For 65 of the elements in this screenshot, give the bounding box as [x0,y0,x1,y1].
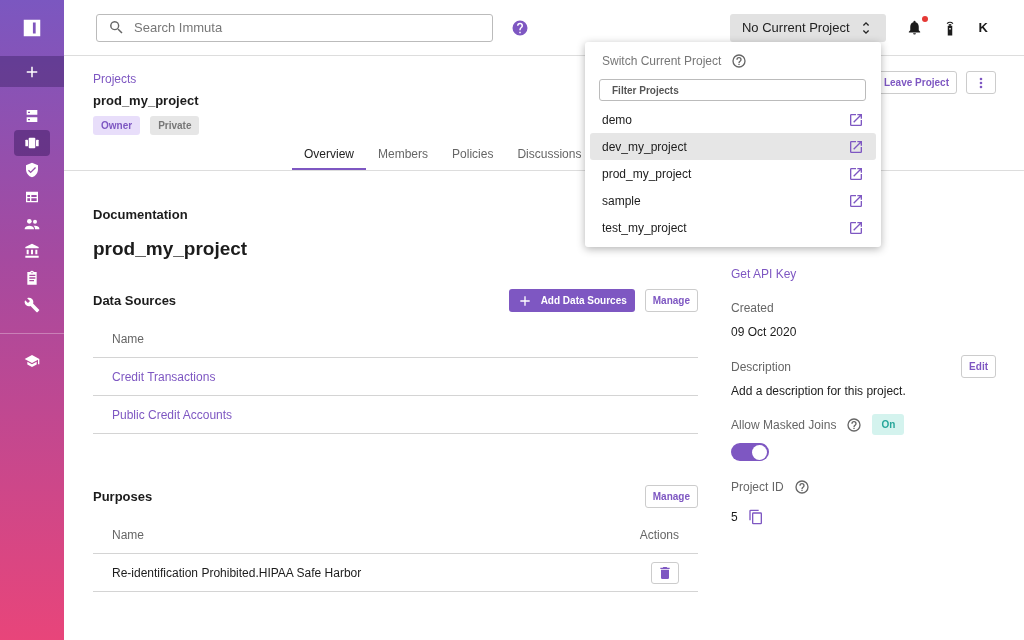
section-heading: Purposes [93,489,154,504]
help-icon [511,18,529,37]
menu-item[interactable]: test_my_project [590,214,876,241]
document-title: prod_my_project [93,238,249,260]
edit-button[interactable]: Edit [961,355,996,378]
tag: Owner [93,116,141,135]
menu-item[interactable]: dev_my_project [590,133,876,160]
filter-field[interactable]: Filter Projects [599,79,866,101]
toggle-switch[interactable] [731,443,769,461]
server-icon [24,108,40,124]
logo-icon [21,17,43,39]
tab[interactable]: Overview [292,139,366,170]
trash-icon [657,564,673,581]
menu-title: Switch Current Project [602,54,722,68]
data-source-link[interactable]: Public Credit Accounts [112,407,233,422]
clipboard-icon [24,270,40,286]
project-title: prod_my_project [93,93,200,108]
search-field[interactable]: Search Immuta [96,13,493,42]
delete-button[interactable] [651,561,679,584]
graduation-cap-icon [24,353,40,369]
project-selector[interactable]: No Current Project [729,13,886,42]
sidebar-item[interactable] [14,130,50,156]
copy-icon[interactable] [747,509,764,525]
external-link-icon [848,165,864,182]
tab[interactable]: Policies [440,139,506,170]
tag: Private [150,116,200,135]
field-label: Project ID [731,480,784,494]
help-icon [793,479,810,495]
help-icon [846,416,863,433]
description-text: Add a description for this project. [731,384,907,398]
column-header: Name [112,331,144,346]
api-key-link[interactable]: Get API Key [731,267,797,281]
field-value: 5 [731,510,738,524]
search-icon [108,18,125,36]
field-value: 09 Oct 2020 [731,325,798,339]
project-icon [24,135,40,151]
add-data-sources-button[interactable]: Add Data Sources [508,289,635,312]
shield-icon [24,162,40,178]
field-label: Allow Masked Joins [731,417,837,432]
manage-button[interactable]: Manage [644,289,698,312]
manage-button[interactable]: Manage [644,485,698,508]
external-link-icon [848,111,864,128]
menu-item[interactable]: demo [590,106,876,133]
menu-item[interactable]: sample [590,187,876,214]
external-link-icon [848,219,864,236]
section-heading: Data Sources [93,293,178,308]
user-avatar[interactable]: K [978,20,988,35]
wrench-icon [24,297,40,313]
breadcrumb-link[interactable]: Projects [93,72,137,86]
users-icon [24,216,40,232]
external-link-icon [848,192,864,209]
status-badge: On [872,414,905,435]
table-cell-text: Re-identification Prohibited.HIPAA Safe Harbor [112,565,363,580]
field-label: Created [731,301,775,315]
external-link-icon [848,138,864,155]
tab[interactable]: Members [366,139,441,170]
data-source-link[interactable]: Credit Transactions [112,369,216,384]
menu-item[interactable]: prod_my_project [590,160,876,187]
table-icon [24,189,40,205]
field-label: Description [731,359,793,374]
column-header: Actions [639,527,679,542]
section-heading: Documentation [93,207,189,222]
bank-icon [24,243,40,259]
help-icon [731,53,748,69]
column-header: Name [112,527,145,542]
